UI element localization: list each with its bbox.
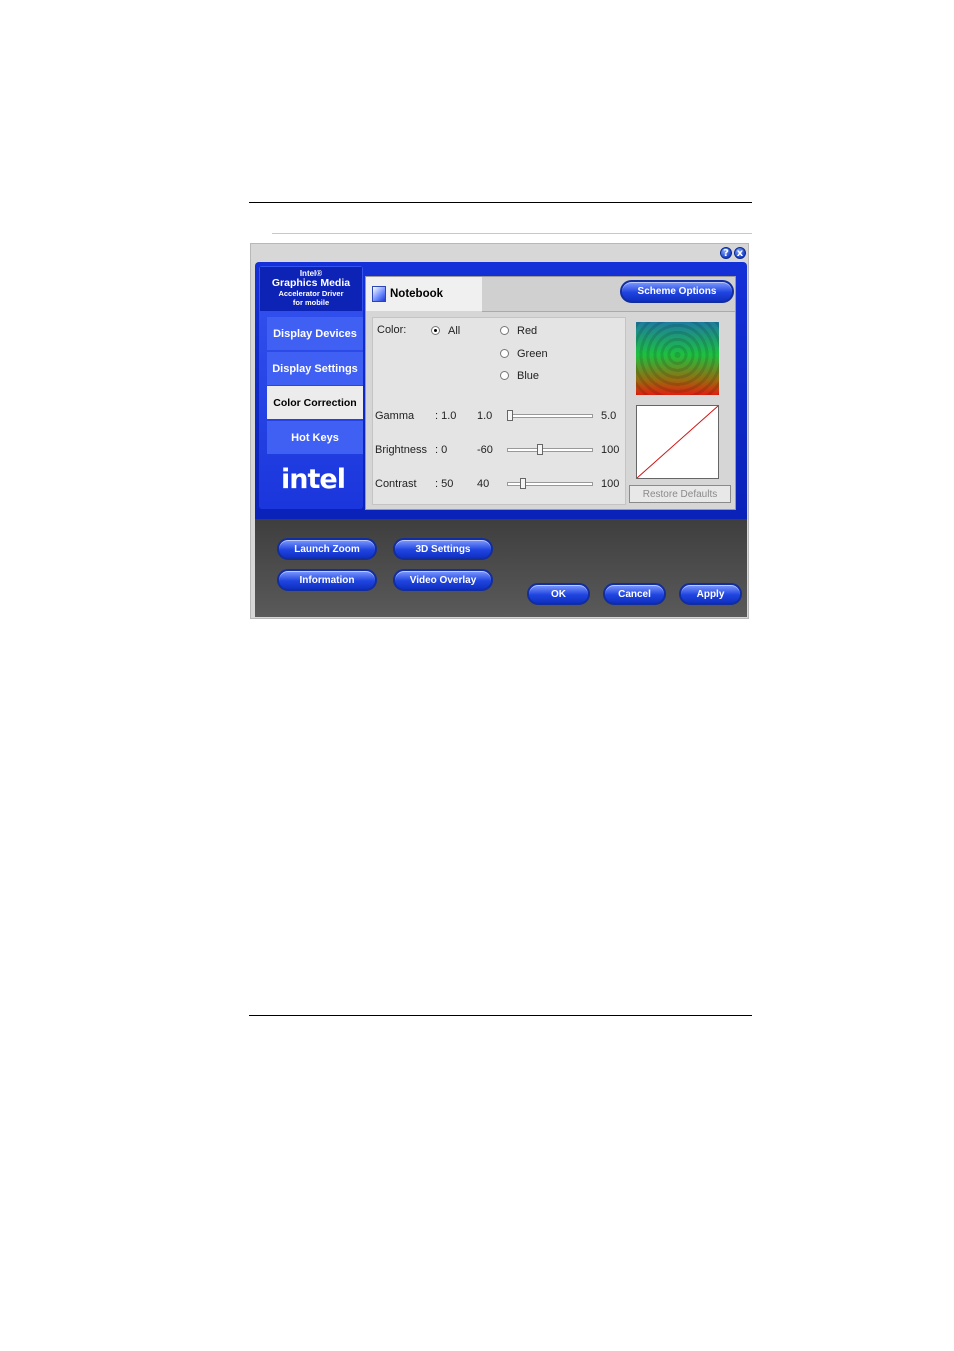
- color-radio-blue-label: Blue: [517, 370, 540, 382]
- brightness-min: -60: [477, 444, 493, 456]
- contrast-value: : 50: [435, 478, 454, 490]
- main-area: Intel® Graphics Media Accelerator Driver…: [255, 262, 747, 519]
- cancel-button[interactable]: Cancel: [603, 583, 666, 605]
- brightness-label: Brightness: [375, 444, 427, 456]
- color-radio-all-label: All: [448, 325, 461, 337]
- title-icons: ? x: [720, 247, 746, 259]
- bottom-button-bar: Launch Zoom 3D Settings Information Vide…: [255, 519, 747, 617]
- launch-zoom-button[interactable]: Launch Zoom: [277, 538, 377, 560]
- intel-gma-dialog: ? x Intel® Graphics Media Accelerator Dr…: [250, 243, 749, 619]
- sidebar-item-hot-keys[interactable]: Hot Keys: [267, 421, 363, 454]
- gamma-curve-graph: [636, 405, 719, 479]
- tab-notebook[interactable]: Notebook: [366, 277, 483, 311]
- brand-line-3: Accelerator Driver: [278, 289, 344, 298]
- gamma-value: : 1.0: [435, 410, 457, 422]
- brand-line-2: Graphics Media: [271, 277, 351, 289]
- apply-button[interactable]: Apply: [679, 583, 742, 605]
- sidebar-item-color-correction[interactable]: Color Correction: [267, 386, 363, 419]
- sidebar-item-display-settings[interactable]: Display Settings: [267, 352, 363, 385]
- color-preview-image: [636, 322, 719, 395]
- gamma-min: 1.0: [477, 410, 493, 422]
- color-radio-green-label: Green: [517, 348, 548, 360]
- color-radio-blue[interactable]: [500, 371, 509, 380]
- tab-notebook-label: Notebook: [390, 288, 444, 300]
- gamma-max: 5.0: [601, 410, 617, 422]
- contrast-label: Contrast: [375, 478, 417, 490]
- close-icon[interactable]: x: [734, 247, 746, 259]
- help-icon[interactable]: ?: [720, 247, 732, 259]
- brand-header: Intel® Graphics Media Accelerator Driver…: [260, 267, 362, 311]
- intel-logo-text: intel: [281, 464, 346, 495]
- brightness-max: 100: [601, 444, 620, 456]
- color-radio-green[interactable]: [500, 349, 509, 358]
- sidebar-item-display-devices[interactable]: Display Devices: [267, 317, 363, 350]
- brightness-value: : 0: [435, 444, 448, 456]
- header-rule: [249, 202, 752, 203]
- scheme-options-button[interactable]: Scheme Options: [620, 280, 734, 303]
- gamma-curve-line: [637, 406, 718, 478]
- video-overlay-button[interactable]: Video Overlay: [393, 569, 493, 591]
- color-radio-all[interactable]: [431, 326, 440, 335]
- ok-button[interactable]: OK: [527, 583, 590, 605]
- color-radio-red[interactable]: [500, 326, 509, 335]
- brightness-slider-track[interactable]: [507, 448, 593, 452]
- contrast-max: 100: [601, 478, 620, 490]
- intel-logo: intel: [281, 464, 346, 495]
- color-radio-red-label: Red: [517, 325, 538, 337]
- gamma-slider-track[interactable]: [507, 414, 593, 418]
- gamma-curve-svg: [637, 406, 718, 478]
- gamma-slider-thumb[interactable]: [507, 410, 513, 421]
- information-button[interactable]: Information: [277, 569, 377, 591]
- color-label: Color:: [377, 324, 407, 336]
- brightness-slider-thumb[interactable]: [537, 444, 543, 455]
- caption-rule: [272, 233, 752, 234]
- footer-rule: [249, 1015, 752, 1016]
- 3d-settings-button[interactable]: 3D Settings: [393, 538, 493, 560]
- contrast-min: 40: [477, 478, 490, 490]
- settings-area: Color: All Red Green Blue Gamma : 1.0 1.…: [372, 317, 626, 505]
- gamma-label: Gamma: [375, 410, 415, 422]
- color-correction-panel: Notebook Scheme Options Color: All Red G…: [365, 276, 736, 510]
- sidebar: Intel® Graphics Media Accelerator Driver…: [259, 266, 363, 509]
- notebook-icon: [372, 286, 386, 302]
- restore-defaults-button[interactable]: Restore Defaults: [629, 485, 731, 503]
- contrast-slider-thumb[interactable]: [520, 478, 527, 489]
- brand-line-4: for mobile: [292, 298, 330, 307]
